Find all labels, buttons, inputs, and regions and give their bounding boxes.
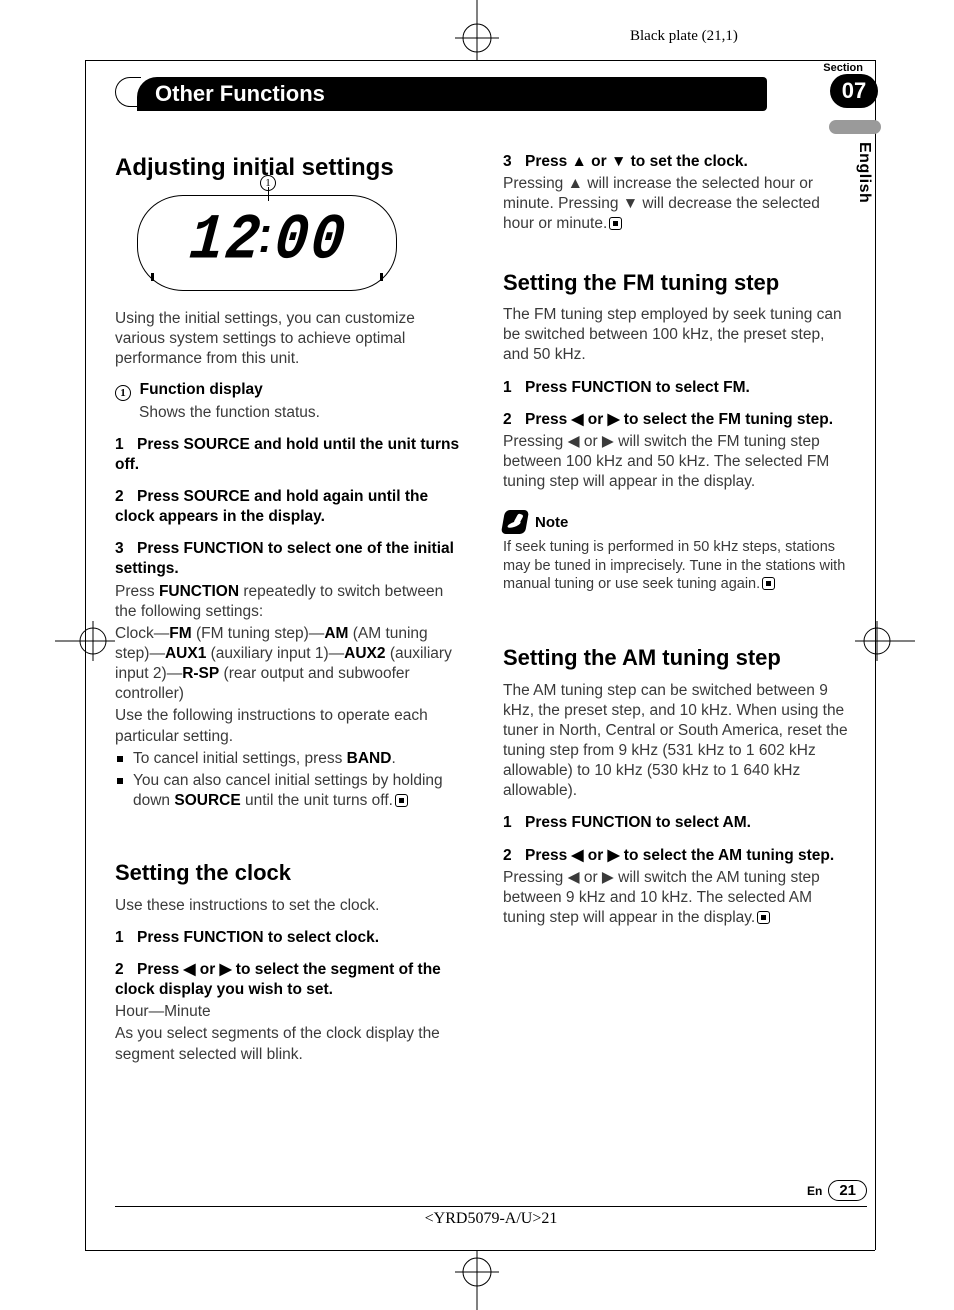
heading-fm-step: Setting the FM tuning step [503, 269, 853, 298]
clock-step-3: 3Press ▲ or ▼ to set the clock. [503, 152, 853, 172]
am-step-2-p: Pressing ◀ or ▶ will switch the AM tunin… [503, 868, 853, 928]
page-content: Other Functions Section 07 English Adjus… [115, 72, 875, 1067]
note-text: If seek tuning is performed in 50 kHz st… [503, 538, 853, 594]
step-3-list: Clock—FM (FM tuning step)—AM (AM tuning … [115, 624, 465, 705]
fm-step-2-p: Pressing ◀ or ▶ will switch the FM tunin… [503, 432, 853, 492]
right-column: 3Press ▲ or ▼ to set the clock. Pressing… [503, 152, 853, 1067]
section-number-badge: 07 [830, 74, 878, 108]
section-end-icon [762, 577, 775, 590]
section-header: Other Functions Section 07 English [115, 72, 875, 112]
fm-step-1: 1Press FUNCTION to select FM. [503, 378, 853, 398]
clock-step-2: 2Press ◀ or ▶ to select the segment of t… [115, 960, 465, 1000]
fm-step-2: 2Press ◀ or ▶ to select the FM tuning st… [503, 410, 853, 430]
note-label: Note [535, 513, 568, 533]
step-3-p2: Use the following instructions to operat… [115, 706, 465, 746]
clock-step-2-p2: As you select segments of the clock disp… [115, 1024, 465, 1064]
step-1: 1Press SOURCE and hold until the unit tu… [115, 435, 465, 475]
func-num: 1 [115, 385, 131, 401]
lcd-h2: 2 [223, 208, 260, 272]
heading-setting-clock: Setting the clock [115, 859, 465, 888]
intro-text: Using the initial settings, you can cust… [115, 309, 465, 369]
bullet-icon [117, 756, 123, 762]
note-icon [501, 510, 529, 534]
register-mark-bottom [430, 1250, 524, 1310]
page-footer: En 21 <YRD5079-A/U>21 [115, 1200, 867, 1207]
am-step-2: 2Press ◀ or ▶ to select the AM tuning st… [503, 846, 853, 866]
section-end-icon [395, 794, 408, 807]
heading-am-step: Setting the AM tuning step [503, 644, 853, 673]
lcd-h1: 1 [187, 208, 224, 272]
chapter-title: Other Functions [137, 77, 767, 111]
black-plate-label: Black plate (21,1) [630, 28, 738, 45]
footer-page-number: 21 [828, 1180, 867, 1201]
clock-step-2-p1: Hour—Minute [115, 1002, 465, 1022]
section-end-icon [609, 217, 622, 230]
func-desc: Shows the function status. [139, 403, 465, 423]
clock-step-3-p: Pressing ▲ will increase the selected ho… [503, 174, 853, 234]
step-3-p1: Press FUNCTION repeatedly to switch betw… [115, 582, 465, 622]
am-intro: The AM tuning step can be switched betwe… [503, 681, 853, 802]
func-label-text: Function display [140, 381, 263, 398]
lcd-colon [261, 212, 271, 268]
step-2: 2Press SOURCE and hold again until the c… [115, 487, 465, 527]
bullet-1: To cancel initial settings, press BAND. [115, 749, 465, 769]
left-column: Adjusting initial settings 1 1 2 0 0 Usi… [115, 152, 465, 1067]
am-step-1: 1Press FUNCTION to select AM. [503, 813, 853, 833]
register-mark-top [430, 0, 524, 60]
lcd-time: 1 2 0 0 [190, 212, 342, 268]
footer-lang: En [807, 1184, 822, 1198]
lcd-m2: 0 [308, 208, 345, 272]
fm-intro: The FM tuning step employed by seek tuni… [503, 305, 853, 365]
note-header: Note [503, 510, 853, 534]
section-label: Section [823, 62, 863, 74]
footer-code: <YRD5079-A/U>21 [425, 1210, 558, 1228]
clock-intro: Use these instructions to set the clock. [115, 896, 465, 916]
language-label: English [855, 142, 873, 203]
function-display-label: 1 Function display [115, 380, 465, 401]
section-end-icon [757, 911, 770, 924]
step-3: 3Press FUNCTION to select one of the ini… [115, 539, 465, 579]
clock-step-1: 1Press FUNCTION to select clock. [115, 928, 465, 948]
lcd-illustration: 1 1 2 0 0 [137, 195, 397, 291]
bullet-2: You can also cancel initial settings by … [115, 771, 465, 811]
lcd-m1: 0 [272, 208, 309, 272]
bullet-icon [117, 778, 123, 784]
register-mark-left [55, 613, 115, 669]
language-tab [829, 120, 881, 134]
heading-adjusting: Adjusting initial settings [115, 152, 465, 183]
